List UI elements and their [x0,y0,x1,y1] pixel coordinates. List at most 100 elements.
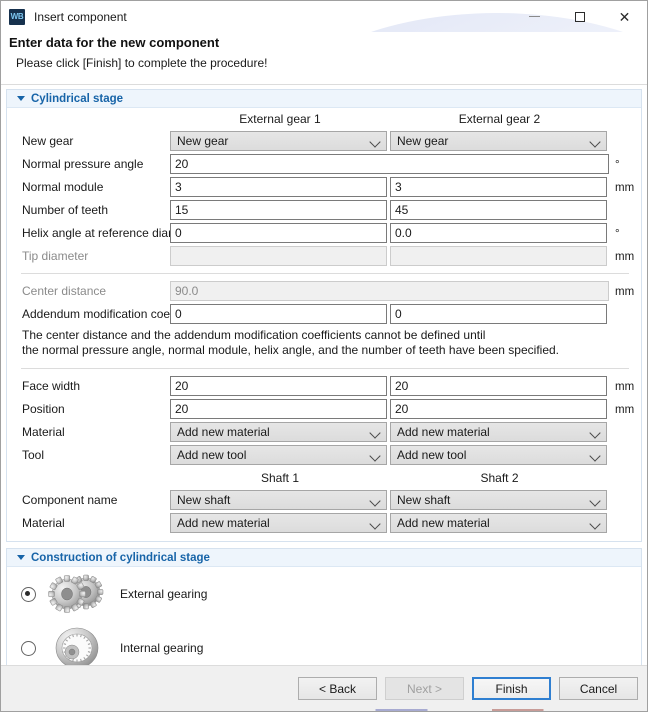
column-header-gear2: External gear 2 [390,112,609,126]
insert-component-dialog: WB Insert component ✕ Enter data for the… [0,0,648,712]
row-normal-module: Normal module mm [7,176,641,198]
unit-tip-diameter: mm [615,251,634,263]
addendum-modification-input-1[interactable] [170,304,387,324]
label-center-distance: Center distance [22,284,106,298]
component-name-select-2[interactable]: New shaft [390,490,607,510]
footer-edge-fringe [1,709,647,711]
next-button: Next > [385,677,464,700]
title-bar: WB Insert component ✕ [1,1,647,32]
validation-note-line-2: the normal pressure angle, normal module… [22,343,641,358]
close-icon: ✕ [619,10,631,24]
row-normal-pressure-angle: Normal pressure angle ° [7,153,641,175]
face-width-input-1[interactable] [170,376,387,396]
chevron-down-icon [589,450,600,461]
normal-module-input-1[interactable] [170,177,387,197]
label-shaft-material: Material [22,516,65,530]
helix-angle-input-2[interactable] [390,223,607,243]
chevron-down-icon [369,450,380,461]
label-component-name: Component name [22,493,117,507]
unit-normal-module: mm [615,182,634,194]
unit-center-distance: mm [615,286,634,298]
row-addendum-modification: Addendum modification coeff. [7,303,641,325]
close-button[interactable]: ✕ [602,1,647,32]
label-external-gearing: External gearing [120,587,207,601]
divider-before-face-width [21,368,629,369]
chevron-down-icon [369,427,380,438]
position-input-2[interactable] [390,399,607,419]
minimize-button[interactable] [512,1,557,32]
label-addendum-modification: Addendum modification coeff. [22,307,180,321]
row-tip-diameter: Tip diameter mm [7,245,641,267]
position-input-1[interactable] [170,399,387,419]
number-of-teeth-input-2[interactable] [390,200,607,220]
window-controls: ✕ [512,1,647,32]
label-normal-pressure-angle: Normal pressure angle [22,157,143,171]
dialog-body: Cylindrical stage External gear 1 Extern… [1,85,647,668]
label-normal-module: Normal module [22,180,103,194]
chevron-down-icon [589,518,600,529]
row-center-distance: Center distance mm [7,280,641,302]
validation-note-line-1: The center distance and the addendum mod… [22,328,641,343]
internal-gearing-image [48,625,106,668]
unit-position: mm [615,404,634,416]
label-gear-material: Material [22,425,65,439]
new-gear-select-2[interactable]: New gear [390,131,607,151]
external-gearing-image [48,571,106,617]
gear-material-select-2[interactable]: Add new material [390,422,607,442]
row-position: Position mm [7,398,641,420]
chevron-down-icon [369,136,380,147]
validation-note: The center distance and the addendum mod… [7,326,641,362]
radio-external-gearing[interactable] [21,587,36,602]
component-name-select-1[interactable]: New shaft [170,490,387,510]
row-gear-material: Material Add new material Add new materi… [7,421,641,443]
row-shaft-material: Material Add new material Add new materi… [7,512,641,534]
unit-helix-angle: ° [615,228,620,240]
cancel-button[interactable]: Cancel [559,677,638,700]
tip-diameter-input-1 [170,246,387,266]
column-header-shaft1: Shaft 1 [170,471,390,485]
tool-select-2[interactable]: Add new tool [390,445,607,465]
collapse-triangle-icon[interactable] [17,555,25,560]
label-internal-gearing: Internal gearing [120,641,203,655]
finish-button[interactable]: Finish [472,677,551,700]
chevron-down-icon [369,495,380,506]
normal-pressure-angle-input[interactable] [170,154,609,174]
row-helix-angle: Helix angle at reference diameter ° [7,222,641,244]
app-icon: WB [9,9,25,25]
shaft-column-headers: Shaft 1 Shaft 2 [7,467,641,489]
dialog-header: Enter data for the new component Please … [1,32,647,84]
normal-module-input-2[interactable] [390,177,607,197]
column-header-gear1: External gear 1 [170,112,390,126]
helix-angle-input-1[interactable] [170,223,387,243]
divider-after-tip-diameter [21,273,629,274]
maximize-button[interactable] [557,1,602,32]
option-external-gearing[interactable]: External gearing [7,567,641,621]
label-face-width: Face width [22,379,80,393]
row-number-of-teeth: Number of teeth [7,199,641,221]
label-position: Position [22,402,65,416]
addendum-modification-input-2[interactable] [390,304,607,324]
tool-select-1[interactable]: Add new tool [170,445,387,465]
chevron-down-icon [589,136,600,147]
collapse-triangle-icon[interactable] [17,96,25,101]
number-of-teeth-input-1[interactable] [170,200,387,220]
face-width-input-2[interactable] [390,376,607,396]
row-face-width: Face width mm [7,375,641,397]
chevron-down-icon [589,495,600,506]
shaft-material-select-2[interactable]: Add new material [390,513,607,533]
gear-material-select-1[interactable]: Add new material [170,422,387,442]
window-title: Insert component [34,10,127,24]
shaft-material-select-1[interactable]: Add new material [170,513,387,533]
construction-header[interactable]: Construction of cylindrical stage [7,549,641,567]
back-button[interactable]: < Back [298,677,377,700]
label-tool: Tool [22,448,44,462]
label-number-of-teeth: Number of teeth [22,203,108,217]
dialog-footer: < Back Next > Finish Cancel [1,665,647,711]
option-internal-gearing[interactable]: Internal gearing [7,621,641,668]
unit-face-width: mm [615,381,634,393]
cylindrical-stage-header[interactable]: Cylindrical stage [7,90,641,108]
label-new-gear: New gear [22,134,73,148]
new-gear-select-1[interactable]: New gear [170,131,387,151]
unit-normal-pressure-angle: ° [615,159,620,171]
radio-internal-gearing[interactable] [21,641,36,656]
